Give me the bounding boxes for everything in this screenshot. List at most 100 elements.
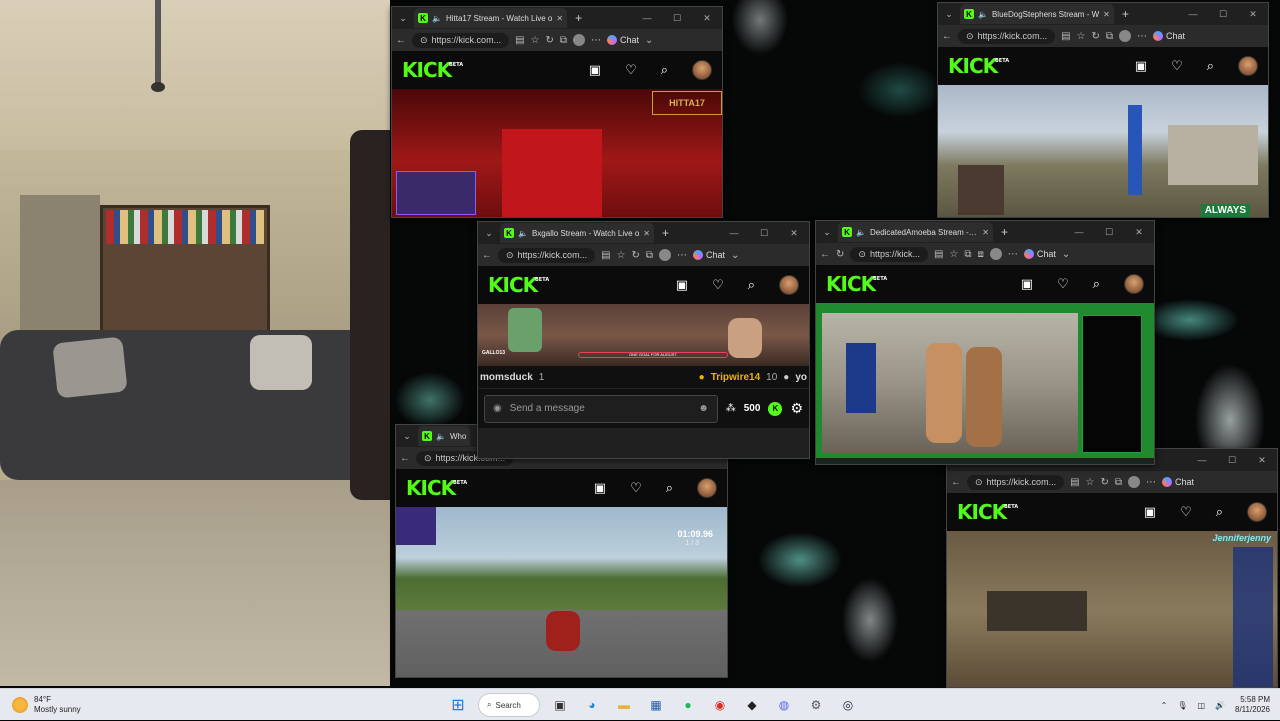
search-icon[interactable]: ⌕ bbox=[661, 62, 668, 78]
user-avatar[interactable] bbox=[1247, 502, 1267, 522]
close-tab-icon[interactable]: ✕ bbox=[1103, 10, 1110, 19]
chevron-down-icon[interactable]: ⌄ bbox=[645, 35, 653, 46]
kick-logo[interactable]: KICK BETA bbox=[948, 54, 1009, 78]
browser-window-who[interactable]: ⌄ K 🔈 Who ← ⊙ https://kick.com... KICK BETA … bbox=[395, 424, 728, 678]
search-icon[interactable]: ⌕ bbox=[1093, 276, 1100, 292]
chrome-icon[interactable]: ◉ bbox=[708, 693, 732, 717]
minimize-button[interactable]: — bbox=[1178, 9, 1208, 20]
favorite-icon[interactable]: ☆ bbox=[949, 249, 958, 260]
tab-bluedogstephens[interactable]: K 🔈 BlueDogStephens Stream - W ✕ bbox=[960, 4, 1114, 24]
user-avatar[interactable] bbox=[692, 60, 712, 80]
more-icon[interactable]: ⋯ bbox=[591, 35, 601, 46]
tab-dedicatedamoeba[interactable]: K 🔈 DedicatedAmoeba Stream - W ✕ bbox=[838, 222, 993, 242]
new-tab-button[interactable]: + bbox=[1001, 225, 1008, 239]
kick-logo[interactable]: KICK BETA bbox=[402, 58, 463, 82]
tab-who[interactable]: K 🔈 Who bbox=[418, 426, 471, 446]
refresh-icon[interactable]: ↻ bbox=[1101, 477, 1109, 488]
profile-avatar[interactable] bbox=[1128, 476, 1141, 488]
favorite-icon[interactable]: ☆ bbox=[617, 250, 626, 261]
browser-window-hitta17[interactable]: ⌄ K 🔈 Hitta17 Stream - Watch Live o ✕ + — ☐ ✕… bbox=[391, 6, 723, 218]
heart-icon[interactable]: ♡ bbox=[1171, 58, 1183, 74]
tab-bxgallo[interactable]: K 🔈 Bxgallo Stream - Watch Live o ✕ bbox=[500, 223, 654, 243]
user-avatar[interactable] bbox=[1124, 274, 1144, 294]
discord-icon[interactable]: ◍ bbox=[772, 693, 796, 717]
settings-gear-icon[interactable]: ⚙ bbox=[790, 400, 803, 417]
minimize-button[interactable]: — bbox=[719, 228, 749, 239]
emoji-icon[interactable]: ☻ bbox=[698, 403, 709, 414]
search-icon[interactable]: ⌕ bbox=[666, 480, 673, 496]
settings-icon[interactable]: ⚙ bbox=[804, 693, 828, 717]
heart-icon[interactable]: ♡ bbox=[1057, 276, 1069, 292]
browser-window-bluedogstephens[interactable]: ⌄ K 🔈 BlueDogStephens Stream - W ✕ + — ☐ ✕ ← … bbox=[937, 2, 1269, 218]
speaker-icon[interactable]: 🔈 bbox=[978, 10, 988, 19]
copilot-chat-button[interactable]: Chat bbox=[1023, 249, 1056, 259]
address-bar[interactable]: ⊙ https://kick... bbox=[850, 246, 928, 262]
search-icon[interactable]: ⌕ bbox=[1216, 504, 1223, 520]
copilot-chat-button[interactable]: Chat bbox=[607, 35, 639, 45]
following-icon[interactable]: ▣ bbox=[1144, 504, 1156, 520]
new-tab-button[interactable]: + bbox=[662, 226, 669, 240]
close-tab-icon[interactable]: ✕ bbox=[556, 14, 563, 23]
refresh-icon[interactable]: ↻ bbox=[1092, 31, 1100, 42]
video-player-bluedogstephens[interactable]: ALWAYS bbox=[938, 85, 1268, 217]
following-icon[interactable]: ▣ bbox=[589, 62, 601, 78]
video-player-hitta17[interactable]: HITTA17 bbox=[392, 89, 722, 217]
maximize-button[interactable]: ☐ bbox=[749, 228, 779, 239]
kick-logo[interactable]: KICK BETA bbox=[826, 272, 887, 296]
search-box[interactable]: ⌕ Search bbox=[478, 693, 540, 717]
new-tab-button[interactable]: + bbox=[575, 11, 582, 25]
speaker-icon[interactable]: 🔈 bbox=[856, 228, 866, 237]
collections-icon[interactable]: ⧈ bbox=[978, 249, 984, 260]
favorite-icon[interactable]: ☆ bbox=[1086, 477, 1095, 488]
channel-points[interactable]: 500 bbox=[744, 403, 761, 414]
minimize-button[interactable]: — bbox=[1187, 455, 1217, 466]
browser-window-dedicatedamoeba[interactable]: ⌄ K 🔈 DedicatedAmoeba Stream - W ✕ + — ☐ ✕ ← … bbox=[815, 220, 1155, 465]
more-icon[interactable]: ⋯ bbox=[1146, 477, 1156, 488]
chat-user[interactable]: yo bbox=[795, 372, 807, 383]
profile-avatar[interactable] bbox=[989, 248, 1002, 260]
kick-badge-icon[interactable]: K bbox=[768, 401, 783, 416]
maximize-button[interactable]: ☐ bbox=[1094, 227, 1124, 238]
refresh-icon[interactable]: ↻ bbox=[632, 250, 640, 261]
close-window-button[interactable]: ✕ bbox=[692, 13, 722, 24]
video-player-racing[interactable]: 01:09.96 1 / 3 bbox=[396, 507, 727, 677]
tab-list-icon[interactable]: ⌄ bbox=[942, 9, 956, 20]
chevron-up-icon[interactable]: ⌃ bbox=[1161, 701, 1168, 710]
reader-icon[interactable]: ▤ bbox=[515, 35, 524, 46]
following-icon[interactable]: ▣ bbox=[1021, 276, 1033, 292]
chevron-down-icon[interactable]: ⌄ bbox=[731, 250, 739, 261]
following-icon[interactable]: ▣ bbox=[676, 277, 688, 293]
steam-icon[interactable]: ◎ bbox=[836, 693, 860, 717]
app-icon[interactable]: ◆ bbox=[740, 693, 764, 717]
address-bar[interactable]: ⊙ https://kick.com... bbox=[967, 474, 1065, 490]
profile-avatar[interactable] bbox=[573, 34, 586, 46]
video-player-jenniferjenny[interactable]: Jenniferjenny bbox=[947, 531, 1277, 687]
close-tab-icon[interactable]: ✕ bbox=[982, 228, 989, 237]
heart-icon[interactable]: ♡ bbox=[712, 277, 724, 293]
chat-user[interactable]: momsduck bbox=[480, 372, 533, 383]
tab-list-icon[interactable]: ⌄ bbox=[400, 431, 414, 442]
kick-logo[interactable]: KICK BETA bbox=[957, 500, 1018, 524]
close-window-button[interactable]: ✕ bbox=[1247, 455, 1277, 466]
refresh-icon[interactable]: ↻ bbox=[546, 35, 554, 46]
windows-start-icon[interactable]: ⊞ bbox=[446, 693, 470, 717]
address-bar[interactable]: ⊙ https://kick.com... bbox=[412, 32, 510, 48]
back-icon[interactable]: ← bbox=[942, 31, 952, 42]
maximize-button[interactable]: ☐ bbox=[662, 13, 692, 24]
address-bar[interactable]: ⊙ https://kick.com... bbox=[498, 247, 596, 263]
tab-list-icon[interactable]: ⌄ bbox=[396, 13, 410, 24]
extensions-icon[interactable]: ⧉ bbox=[1115, 477, 1122, 488]
kick-logo[interactable]: KICK BETA bbox=[488, 273, 549, 297]
copilot-chat-button[interactable]: Chat bbox=[693, 250, 725, 260]
video-player-boxing[interactable] bbox=[816, 303, 1154, 458]
chevron-down-icon[interactable]: ⌄ bbox=[1062, 249, 1070, 260]
speaker-icon[interactable]: 🔈 bbox=[436, 432, 446, 441]
extensions-icon[interactable]: ⧉ bbox=[1106, 31, 1113, 42]
heart-icon[interactable]: ♡ bbox=[630, 480, 642, 496]
extensions-icon[interactable]: ⧉ bbox=[560, 35, 567, 46]
address-bar[interactable]: ⊙ https://kick.com... bbox=[958, 28, 1056, 44]
more-icon[interactable]: ⋯ bbox=[1008, 249, 1018, 260]
minimize-button[interactable]: — bbox=[1064, 227, 1094, 238]
store-icon[interactable]: ▦ bbox=[644, 693, 668, 717]
browser-window-jenniferjenny[interactable]: — ☐ ✕ ← ⊙ https://kick.com... ▤ ☆ ↻ ⧉ ⋯ Cha… bbox=[946, 448, 1278, 688]
